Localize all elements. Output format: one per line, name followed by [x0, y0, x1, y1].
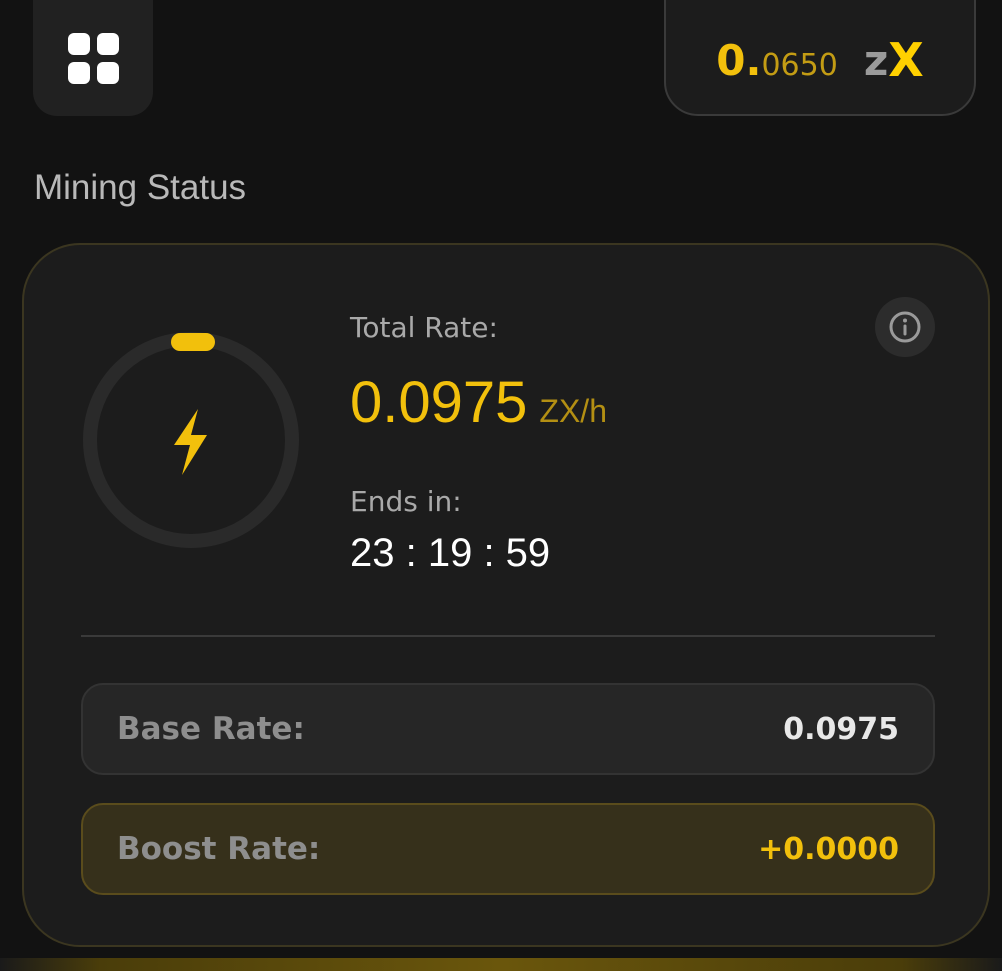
mining-status-card: Total Rate: 0.0975 ZX/h Ends in: 23 : 19…: [22, 243, 990, 947]
base-rate-label: Base Rate:: [117, 711, 305, 747]
menu-button[interactable]: [33, 0, 153, 116]
info-button[interactable]: [875, 297, 935, 357]
bottom-panel-edge: [0, 958, 1002, 971]
balance-decimals: 0650: [761, 47, 838, 83]
balance-unit-x: X: [888, 33, 924, 87]
balance-unit: z X: [864, 33, 924, 87]
total-rate: 0.0975 ZX/h: [350, 369, 607, 436]
balance-integer: 0.: [716, 35, 762, 85]
boost-rate-label: Boost Rate:: [117, 831, 321, 867]
boost-rate-value: +0.0000: [758, 831, 899, 867]
lightning-icon: [174, 409, 207, 475]
ends-in-label: Ends in:: [350, 485, 462, 518]
countdown-timer: 23 : 19 : 59: [350, 531, 551, 575]
mining-page: 0. 0650 z X Mining Status Total Rate: 0.…: [0, 0, 1002, 971]
grid-icon: [67, 32, 119, 84]
info-icon: [889, 311, 921, 343]
balance-unit-z: z: [863, 35, 889, 85]
base-rate-row: Base Rate: 0.0975: [81, 683, 935, 775]
divider: [81, 635, 935, 637]
mining-progress-ring: [83, 332, 299, 548]
total-rate-value: 0.0975: [350, 370, 528, 435]
section-title: Mining Status: [34, 168, 247, 207]
balance-pill[interactable]: 0. 0650 z X: [664, 0, 976, 116]
boost-rate-row[interactable]: Boost Rate: +0.0000: [81, 803, 935, 895]
total-rate-unit: ZX/h: [539, 393, 607, 429]
base-rate-value: 0.0975: [783, 711, 899, 747]
total-rate-label: Total Rate:: [350, 311, 498, 344]
